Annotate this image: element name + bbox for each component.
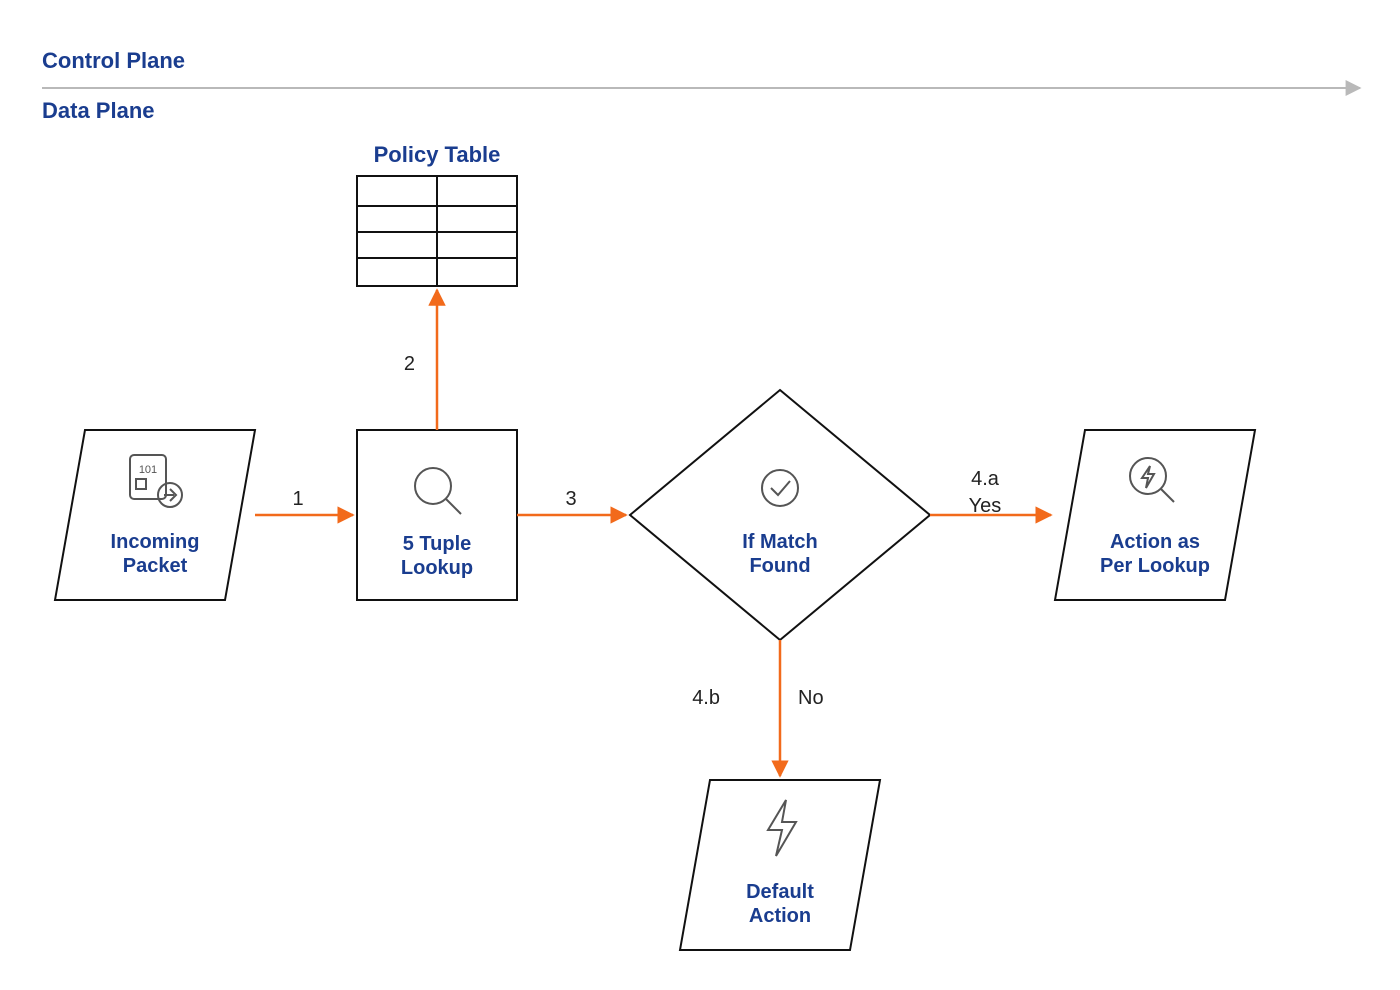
edge-4b: 4.b No: [692, 640, 823, 776]
edge-4b-branch: No: [798, 687, 824, 709]
edge-3: 3: [517, 488, 626, 515]
action-lookup-label-l2: Per Lookup: [1100, 555, 1210, 577]
policy-table-label: Policy Table: [374, 142, 501, 167]
edge-4a: 4.a Yes: [930, 468, 1051, 517]
data-plane-label: Data Plane: [42, 98, 155, 123]
action-lookup-node: Action as Per Lookup: [1055, 430, 1255, 600]
edge-2-num: 2: [404, 353, 415, 375]
header: Control Plane Data Plane: [42, 48, 1360, 123]
edge-3-num: 3: [565, 488, 576, 510]
decision-label-l2: Found: [749, 555, 810, 577]
policy-table-node: Policy Table: [357, 142, 517, 286]
control-plane-label: Control Plane: [42, 48, 185, 73]
edge-4a-num: 4.a: [971, 468, 1000, 490]
edge-4b-num: 4.b: [692, 687, 720, 709]
action-lookup-label-l1: Action as: [1110, 531, 1200, 553]
default-action-node: Default Action: [680, 780, 880, 950]
decision-node: If Match Found: [630, 390, 930, 640]
lookup-label-l1: 5 Tuple: [403, 533, 472, 555]
decision-label-l1: If Match: [742, 531, 818, 553]
default-action-label-l2: Action: [749, 905, 811, 927]
default-action-label-l1: Default: [746, 881, 814, 903]
edge-4a-branch: Yes: [969, 495, 1002, 517]
incoming-packet-label-l2: Packet: [123, 555, 188, 577]
incoming-packet-label-l1: Incoming: [111, 531, 200, 553]
lookup-node: 5 Tuple Lookup: [357, 430, 517, 600]
edge-1: 1: [255, 488, 353, 515]
incoming-packet-node: 101 Incoming Packet: [55, 430, 255, 600]
lookup-label-l2: Lookup: [401, 557, 473, 579]
svg-text:101: 101: [139, 464, 157, 476]
edge-1-num: 1: [292, 488, 303, 510]
edge-2: 2: [404, 290, 437, 430]
